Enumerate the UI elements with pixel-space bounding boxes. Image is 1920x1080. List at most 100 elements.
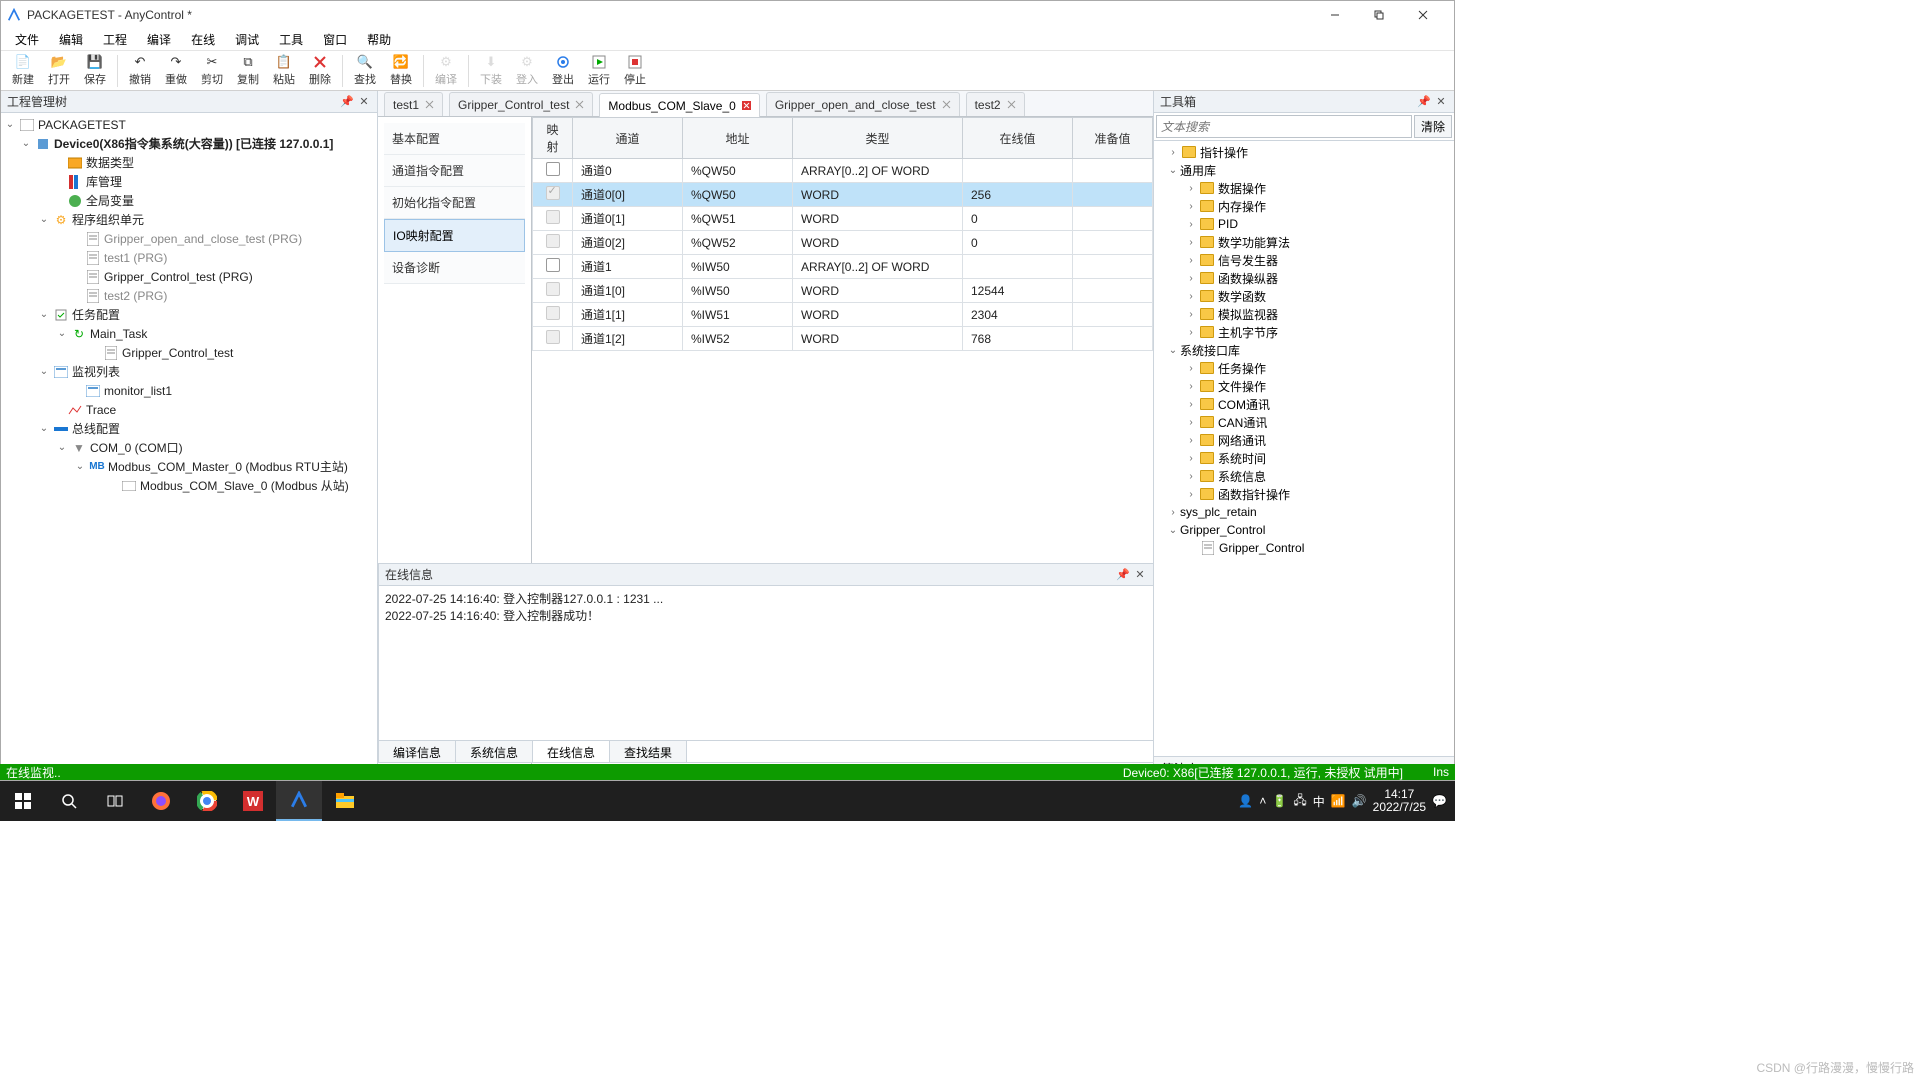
chrome-icon[interactable] bbox=[184, 781, 230, 821]
tree-node[interactable]: ⌄▼COM_0 (COM口) bbox=[1, 438, 377, 457]
menu-窗口[interactable]: 窗口 bbox=[313, 29, 357, 50]
menu-在线[interactable]: 在线 bbox=[181, 29, 225, 50]
log-body[interactable]: 2022-07-25 14:16:40: 登入控制器127.0.0.1 : 12… bbox=[379, 586, 1153, 740]
tab-test1[interactable]: test1 bbox=[384, 92, 443, 116]
toolbox-node[interactable]: ›COM通讯 bbox=[1154, 395, 1454, 413]
toolbox-node[interactable]: ⌄系统接口库 bbox=[1154, 341, 1454, 359]
menu-调试[interactable]: 调试 bbox=[225, 29, 269, 50]
toolbox-node[interactable]: ›任务操作 bbox=[1154, 359, 1454, 377]
toolbox-node[interactable]: ›系统时间 bbox=[1154, 449, 1454, 467]
toolbox-node[interactable]: ›数据操作 bbox=[1154, 179, 1454, 197]
toolbar-undo[interactable]: ↶撤销 bbox=[122, 52, 158, 90]
checkbox[interactable] bbox=[546, 210, 560, 224]
tray-notification-icon[interactable]: 💬 bbox=[1432, 794, 1447, 808]
sidenav-item[interactable]: 初始化指令配置 bbox=[384, 187, 525, 219]
tree-node[interactable]: ⌄监视列表 bbox=[1, 362, 377, 381]
checkbox[interactable] bbox=[546, 234, 560, 248]
panel-close-icon[interactable]: ✕ bbox=[357, 95, 371, 109]
log-tab[interactable]: 在线信息 bbox=[533, 741, 610, 762]
checkbox[interactable] bbox=[546, 186, 560, 200]
toolbar-save[interactable]: 💾保存 bbox=[77, 52, 113, 90]
toolbar-redo[interactable]: ↷重做 bbox=[158, 52, 194, 90]
toolbox-node[interactable]: ›主机字节序 bbox=[1154, 323, 1454, 341]
toolbar-replace[interactable]: 🔁替换 bbox=[383, 52, 419, 90]
tree-node[interactable]: ⌄总线配置 bbox=[1, 419, 377, 438]
minimize-button[interactable] bbox=[1316, 1, 1360, 29]
toolbox-node[interactable]: ›PID bbox=[1154, 215, 1454, 233]
panel-close-icon[interactable]: ✕ bbox=[1434, 95, 1448, 109]
search-icon[interactable] bbox=[46, 781, 92, 821]
menu-文件[interactable]: 文件 bbox=[5, 29, 49, 50]
panel-pin-icon[interactable]: 📌 bbox=[1116, 568, 1130, 582]
tray-people-icon[interactable]: 👤 bbox=[1238, 794, 1253, 808]
table-row[interactable]: 通道1%IW50ARRAY[0..2] OF WORD bbox=[533, 255, 1153, 279]
tree-node[interactable]: Modbus_COM_Slave_0 (Modbus 从站) bbox=[1, 476, 377, 495]
toolbox-node[interactable]: ›内存操作 bbox=[1154, 197, 1454, 215]
toolbox-node[interactable]: Gripper_Control bbox=[1154, 539, 1454, 557]
toolbar-delete[interactable]: 删除 bbox=[302, 52, 338, 90]
sidenav-item[interactable]: IO映射配置 bbox=[384, 219, 525, 252]
table-row[interactable]: 通道0%QW50ARRAY[0..2] OF WORD bbox=[533, 159, 1153, 183]
tree-node[interactable]: ⌄↻Main_Task bbox=[1, 324, 377, 343]
toolbar-copy[interactable]: ⧉复制 bbox=[230, 52, 266, 90]
table-row[interactable]: 通道1[0]%IW50WORD12544 bbox=[533, 279, 1153, 303]
maximize-button[interactable] bbox=[1360, 1, 1404, 29]
table-row[interactable]: 通道1[2]%IW52WORD768 bbox=[533, 327, 1153, 351]
project-tree[interactable]: ⌄PACKAGETEST⌄Device0(X86指令集系统(大容量)) [已连接… bbox=[1, 113, 377, 780]
checkbox[interactable] bbox=[546, 258, 560, 272]
tray-volume-icon[interactable]: 🔊 bbox=[1352, 794, 1367, 808]
clear-button[interactable]: 清除 bbox=[1414, 115, 1452, 138]
log-tab[interactable]: 查找结果 bbox=[610, 741, 687, 762]
tree-node[interactable]: ⌄Device0(X86指令集系统(大容量)) [已连接 127.0.0.1] bbox=[1, 134, 377, 153]
tree-node[interactable]: ⌄MBModbus_COM_Master_0 (Modbus RTU主站) bbox=[1, 457, 377, 476]
checkbox[interactable] bbox=[546, 306, 560, 320]
toolbox-node[interactable]: ⌄通用库 bbox=[1154, 161, 1454, 179]
start-button[interactable] bbox=[0, 781, 46, 821]
search-input[interactable] bbox=[1156, 115, 1412, 138]
tray-network-icon[interactable]: 🖧 bbox=[1293, 791, 1306, 812]
toolbox-node[interactable]: ⌄Gripper_Control bbox=[1154, 521, 1454, 539]
log-tab[interactable]: 编译信息 bbox=[379, 741, 456, 762]
tray-battery-icon[interactable]: 🔋 bbox=[1272, 794, 1287, 808]
toolbar-new[interactable]: 📄新建 bbox=[5, 52, 41, 90]
menu-工具[interactable]: 工具 bbox=[269, 29, 313, 50]
menu-帮助[interactable]: 帮助 bbox=[357, 29, 401, 50]
toolbox-node[interactable]: ›文件操作 bbox=[1154, 377, 1454, 395]
toolbox-node[interactable]: ›数学功能算法 bbox=[1154, 233, 1454, 251]
table-row[interactable]: 通道0[0]%QW50WORD256 bbox=[533, 183, 1153, 207]
anycontrol-icon[interactable] bbox=[276, 781, 322, 821]
panel-pin-icon[interactable]: 📌 bbox=[1417, 95, 1431, 109]
menu-编辑[interactable]: 编辑 bbox=[49, 29, 93, 50]
checkbox[interactable] bbox=[546, 330, 560, 344]
toolbox-node[interactable]: ›系统信息 bbox=[1154, 467, 1454, 485]
toolbox-tree[interactable]: ›指针操作⌄通用库›数据操作›内存操作›PID›数学功能算法›信号发生器›函数操… bbox=[1154, 141, 1454, 756]
checkbox[interactable] bbox=[546, 282, 560, 296]
tab-Gripper_open_and_close_test[interactable]: Gripper_open_and_close_test bbox=[766, 92, 960, 116]
toolbar-cut[interactable]: ✂剪切 bbox=[194, 52, 230, 90]
tree-node[interactable]: Gripper_open_and_close_test (PRG) bbox=[1, 229, 377, 248]
toolbox-node[interactable]: ›模拟监视器 bbox=[1154, 305, 1454, 323]
sidenav-item[interactable]: 通道指令配置 bbox=[384, 155, 525, 187]
tree-node[interactable]: ⌄PACKAGETEST bbox=[1, 115, 377, 134]
checkbox[interactable] bbox=[546, 162, 560, 176]
taskbar-clock[interactable]: 14:17 2022/7/25 bbox=[1373, 788, 1426, 814]
tree-node[interactable]: ⌄⚙程序组织单元 bbox=[1, 210, 377, 229]
toolbox-node[interactable]: ›函数操纵器 bbox=[1154, 269, 1454, 287]
table-row[interactable]: 通道0[2]%QW52WORD0 bbox=[533, 231, 1153, 255]
tree-node[interactable]: Gripper_Control_test (PRG) bbox=[1, 267, 377, 286]
toolbox-node[interactable]: ›网络通讯 bbox=[1154, 431, 1454, 449]
tray-chevron-icon[interactable]: ˄ bbox=[1259, 794, 1266, 808]
tab-Modbus_COM_Slave_0[interactable]: Modbus_COM_Slave_0 bbox=[599, 93, 759, 117]
log-tab[interactable]: 系统信息 bbox=[456, 741, 533, 762]
toolbox-node[interactable]: ›CAN通讯 bbox=[1154, 413, 1454, 431]
wps-icon[interactable]: W bbox=[230, 781, 276, 821]
tab-test2[interactable]: test2 bbox=[966, 92, 1025, 116]
firefox-icon[interactable] bbox=[138, 781, 184, 821]
menu-编译[interactable]: 编译 bbox=[137, 29, 181, 50]
sidenav-item[interactable]: 基本配置 bbox=[384, 123, 525, 155]
toolbox-node[interactable]: ›sys_plc_retain bbox=[1154, 503, 1454, 521]
close-button[interactable] bbox=[1404, 1, 1448, 29]
sidenav-item[interactable]: 设备诊断 bbox=[384, 252, 525, 284]
panel-close-icon[interactable]: ✕ bbox=[1133, 568, 1147, 582]
tray-ime-icon[interactable]: 中 bbox=[1313, 793, 1325, 810]
